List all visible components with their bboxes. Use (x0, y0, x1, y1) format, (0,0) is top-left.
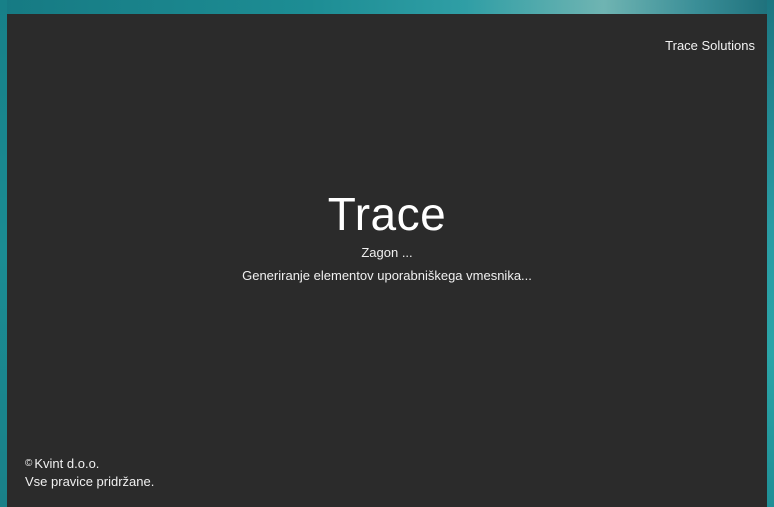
copyright-icon: © (25, 458, 33, 469)
splash-center: Trace Zagon ... Generiranje elementov up… (7, 187, 767, 285)
loading-detail: Generiranje elementov uporabniškega vmes… (242, 268, 532, 283)
rights-reserved: Vse pravice pridržane. (25, 474, 155, 489)
desktop-background-top (0, 0, 774, 14)
copyright-company-line: © Kvint d.o.o. (25, 455, 154, 473)
loading-status: Zagon ... (361, 245, 413, 260)
company-name: Kvint d.o.o. (34, 456, 100, 471)
app-title: Trace (327, 188, 447, 240)
company-brand-label: Trace Solutions (665, 38, 755, 53)
splash-screen: Trace Solutions Trace Zagon ... Generira… (7, 14, 767, 507)
desktop-background-right (767, 0, 774, 507)
desktop-background-left (0, 0, 7, 507)
copyright-notice: © Kvint d.o.o. Vse pravice pridržane. (25, 455, 154, 491)
